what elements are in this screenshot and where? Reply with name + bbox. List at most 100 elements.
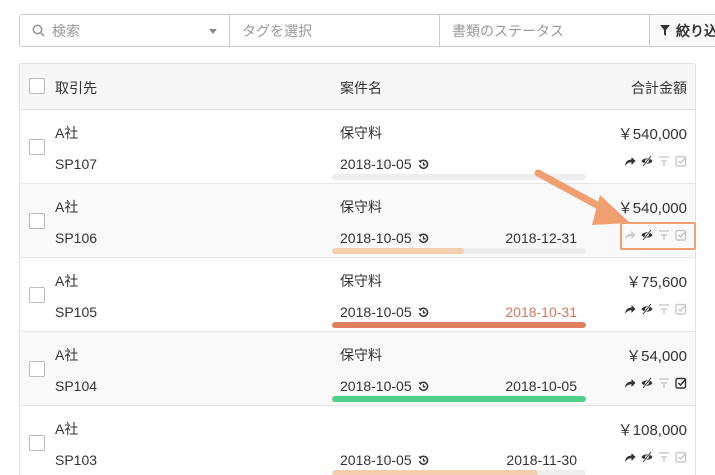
total-amount: ￥75,600 — [626, 274, 687, 291]
start-date: 2018-10-05 — [340, 156, 429, 172]
filter-button-label: 絞り込 — [676, 22, 715, 39]
share-icon[interactable] — [624, 229, 636, 241]
row-checkbox[interactable] — [29, 139, 45, 155]
document-code[interactable]: SP106 — [55, 230, 97, 246]
table-row[interactable]: A社 SP104 保守料 2018-10-05 2018-10-05 ￥54,000 — [20, 332, 695, 406]
due-date: 2018-12-31 — [505, 230, 577, 246]
filter-lines-icon[interactable] — [658, 229, 670, 241]
row-checkbox[interactable] — [29, 213, 45, 229]
header-total[interactable]: 合計金額 — [631, 78, 687, 98]
filter-lines-icon[interactable] — [658, 377, 670, 389]
start-date-text: 2018-10-05 — [340, 230, 412, 246]
tag-placeholder: タグを選択 — [242, 22, 312, 39]
hide-icon[interactable] — [641, 377, 653, 389]
start-date: 2018-10-05 — [340, 452, 429, 468]
row-actions — [624, 155, 687, 167]
funnel-icon — [660, 25, 670, 36]
due-date: 2018-10-31 — [505, 304, 577, 320]
row-checkbox[interactable] — [29, 287, 45, 303]
filter-lines-icon[interactable] — [658, 451, 670, 463]
history-icon[interactable] — [418, 233, 429, 244]
document-code[interactable]: SP103 — [55, 452, 97, 468]
table-row[interactable]: A社 SP103 2018-10-05 2018-11-30 ￥108,000 — [20, 406, 695, 475]
progress-bar — [332, 470, 586, 475]
start-date-text: 2018-10-05 — [340, 304, 412, 320]
start-date: 2018-10-05 — [340, 304, 429, 320]
case-name: 保守料 — [340, 125, 382, 141]
document-code[interactable]: SP107 — [55, 156, 97, 172]
document-code[interactable]: SP105 — [55, 304, 97, 320]
due-date: 2018-11-30 — [506, 452, 577, 468]
row-checkbox[interactable] — [29, 361, 45, 377]
progress-bar — [332, 174, 586, 180]
row-actions — [624, 303, 687, 315]
total-amount: ￥108,000 — [617, 422, 687, 439]
progress-fill — [332, 248, 465, 254]
client-name: A社 — [55, 199, 79, 215]
start-date: 2018-10-05 — [340, 230, 429, 246]
hide-icon[interactable] — [641, 451, 653, 463]
search-field[interactable]: 検索 — [20, 15, 230, 46]
total-amount: ￥54,000 — [626, 348, 687, 365]
share-icon[interactable] — [624, 377, 636, 389]
status-select[interactable]: 書類のステータス — [440, 15, 650, 46]
progress-bar — [332, 322, 586, 328]
client-name: A社 — [55, 273, 79, 289]
table-row[interactable]: A社 SP106 保守料 2018-10-05 2018-12-31 ￥540,000 — [20, 184, 695, 258]
document-code[interactable]: SP104 — [55, 378, 97, 394]
search-icon — [32, 24, 45, 37]
table-row[interactable]: A社 SP105 保守料 2018-10-05 2018-10-31 ￥75,600 — [20, 258, 695, 332]
row-actions — [624, 229, 687, 241]
progress-fill — [332, 322, 586, 328]
progress-bar — [332, 396, 586, 402]
case-name: 保守料 — [340, 199, 382, 215]
approve-check-icon[interactable] — [675, 303, 687, 315]
case-name: 保守料 — [340, 273, 382, 289]
total-amount: ￥540,000 — [617, 126, 687, 143]
hide-icon[interactable] — [641, 303, 653, 315]
start-date: 2018-10-05 — [340, 378, 429, 394]
share-icon[interactable] — [624, 303, 636, 315]
search-placeholder: 検索 — [52, 22, 80, 39]
filter-button[interactable]: 絞り込 — [650, 15, 715, 46]
header-case[interactable]: 案件名 — [340, 78, 382, 98]
start-date-text: 2018-10-05 — [340, 156, 412, 172]
row-actions — [624, 377, 687, 389]
share-icon[interactable] — [624, 155, 636, 167]
header-client[interactable]: 取引先 — [55, 78, 97, 98]
filter-lines-icon[interactable] — [658, 155, 670, 167]
due-date: 2018-10-05 — [505, 378, 577, 394]
approve-check-icon[interactable] — [675, 155, 687, 167]
progress-fill — [332, 396, 586, 402]
history-icon[interactable] — [418, 159, 429, 170]
chevron-down-icon — [209, 29, 217, 34]
row-checkbox[interactable] — [29, 435, 45, 451]
history-icon[interactable] — [418, 455, 429, 466]
hide-icon[interactable] — [641, 155, 653, 167]
client-name: A社 — [55, 347, 79, 363]
table-body: A社 SP107 保守料 2018-10-05 ￥540,000 A社 SP106 保守料 20… — [20, 110, 695, 475]
history-icon[interactable] — [418, 307, 429, 318]
total-amount: ￥540,000 — [617, 200, 687, 217]
approve-check-icon[interactable] — [675, 451, 687, 463]
filter-lines-icon[interactable] — [658, 303, 670, 315]
approve-check-icon[interactable] — [675, 229, 687, 241]
share-icon[interactable] — [624, 451, 636, 463]
progress-bar — [332, 248, 586, 254]
client-name: A社 — [55, 421, 79, 437]
documents-table: 取引先 案件名 合計金額 A社 SP107 保守料 2018-10-05 ￥540,00… — [19, 63, 696, 475]
start-date-text: 2018-10-05 — [340, 378, 412, 394]
table-row[interactable]: A社 SP107 保守料 2018-10-05 ￥540,000 — [20, 110, 695, 184]
hide-icon[interactable] — [641, 229, 653, 241]
start-date-text: 2018-10-05 — [340, 452, 412, 468]
select-all-checkbox[interactable] — [29, 78, 45, 94]
approve-check-icon[interactable] — [675, 377, 687, 389]
row-actions — [624, 451, 687, 463]
progress-fill — [332, 470, 538, 475]
filter-bar: 検索 タグを選択 書類のステータス 絞り込 — [19, 14, 715, 47]
tag-select[interactable]: タグを選択 — [230, 15, 440, 46]
history-icon[interactable] — [418, 381, 429, 392]
status-placeholder: 書類のステータス — [452, 22, 564, 39]
client-name: A社 — [55, 125, 79, 141]
case-name: 保守料 — [340, 347, 382, 363]
